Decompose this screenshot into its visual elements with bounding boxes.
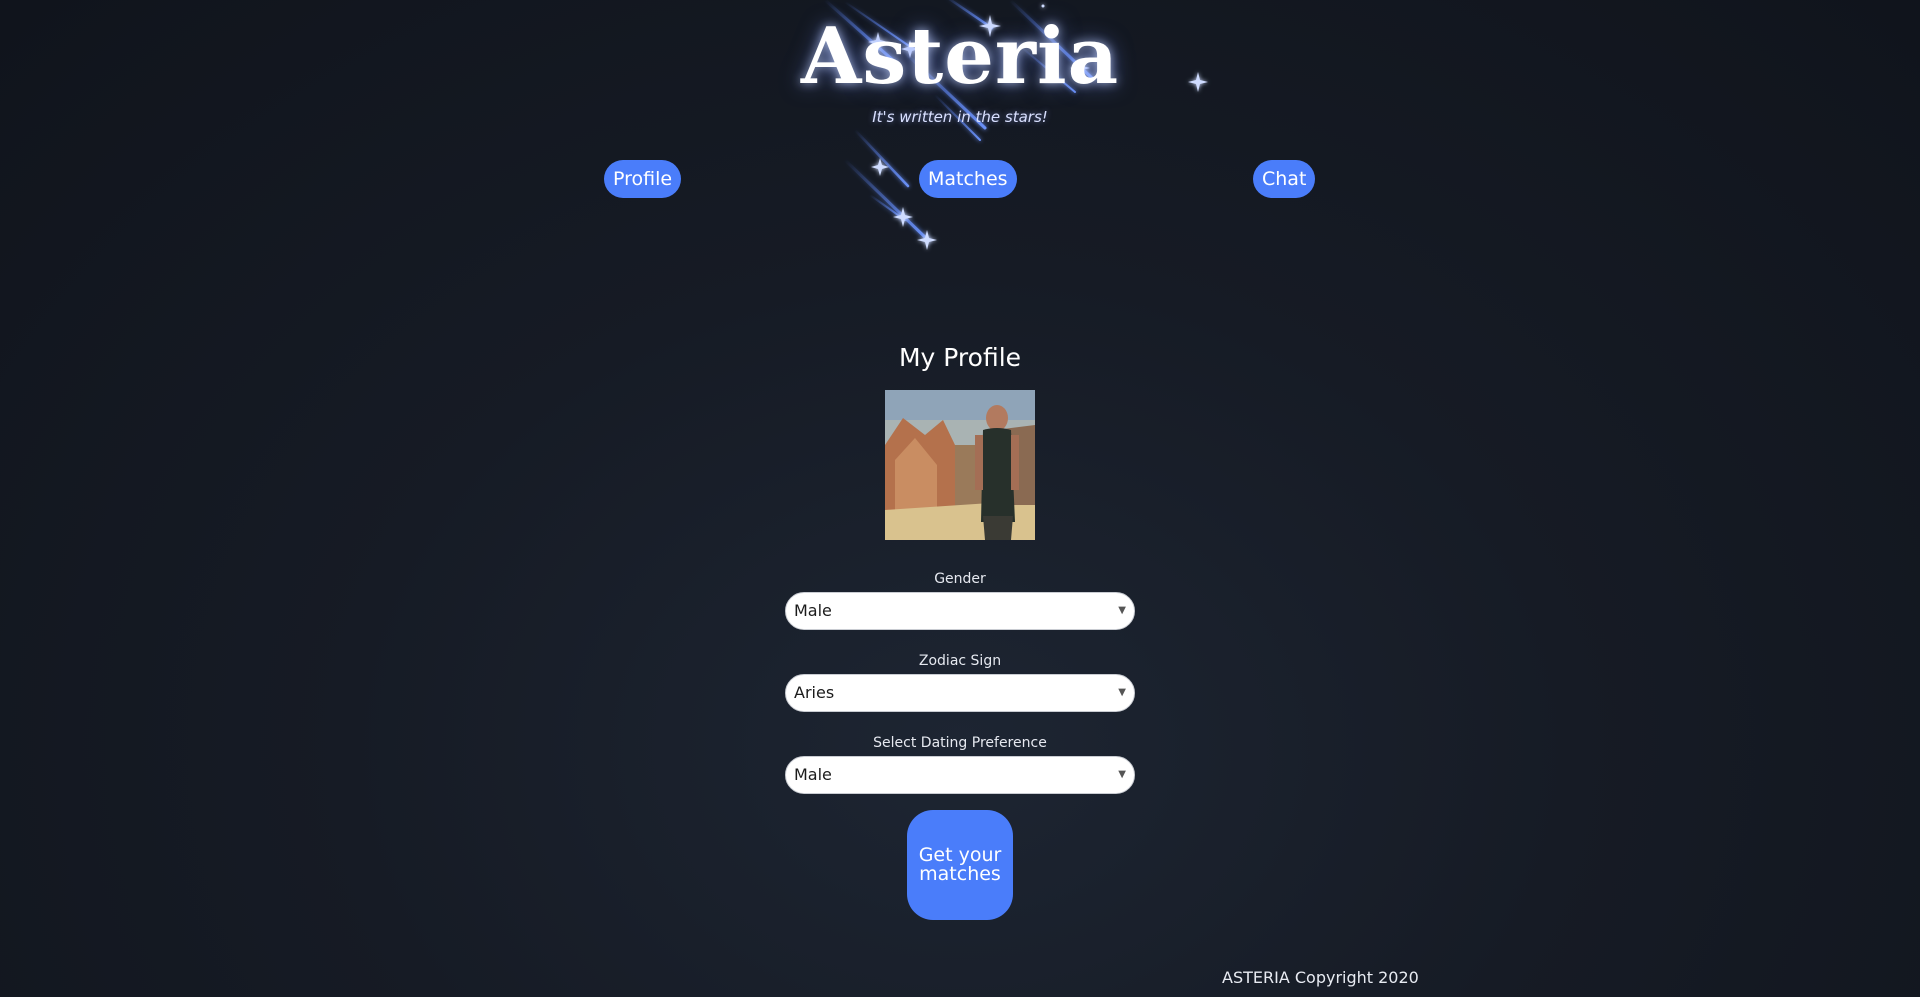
gender-select[interactable]: Male ▼ <box>785 592 1135 630</box>
zodiac-select[interactable]: Aries ▼ <box>785 674 1135 712</box>
nav-chat-button[interactable]: Chat <box>1253 160 1316 198</box>
gender-label: Gender <box>934 571 986 587</box>
profile-section: My Profile Gender Male ▼ Zodiac Sign Ari… <box>0 340 1920 920</box>
get-matches-button[interactable]: Get your matches <box>907 810 1013 920</box>
zodiac-field: Zodiac Sign Aries ▼ <box>0 652 1920 712</box>
chevron-down-icon: ▼ <box>1118 769 1126 780</box>
dating-preference-field: Select Dating Preference Male ▼ <box>0 734 1920 794</box>
dating-preference-select[interactable]: Male ▼ <box>785 756 1135 794</box>
gender-select-value: Male <box>794 601 832 620</box>
zodiac-select-value: Aries <box>794 683 835 702</box>
chevron-down-icon: ▼ <box>1118 687 1126 698</box>
profile-photo <box>885 390 1035 540</box>
dating-preference-label: Select Dating Preference <box>873 735 1047 751</box>
get-matches-label-line2: matches <box>919 863 1001 885</box>
zodiac-label: Zodiac Sign <box>918 653 1002 669</box>
gender-field: Gender Male ▼ <box>0 570 1920 630</box>
profile-photo-image <box>885 390 1035 540</box>
footer-copyright: ASTERIA Copyright 2020 <box>1222 968 1419 987</box>
page-title: My Profile <box>898 343 1022 372</box>
chevron-down-icon: ▼ <box>1118 605 1126 616</box>
nav-matches-button[interactable]: Matches <box>919 160 1017 198</box>
brand-header: Asteria It's written in the stars! <box>0 11 1920 127</box>
dating-preference-select-value: Male <box>794 765 832 784</box>
app-logo-title: Asteria <box>800 11 1120 102</box>
app-tagline: It's written in the stars! <box>872 108 1048 126</box>
nav-profile-button[interactable]: Profile <box>604 160 682 198</box>
